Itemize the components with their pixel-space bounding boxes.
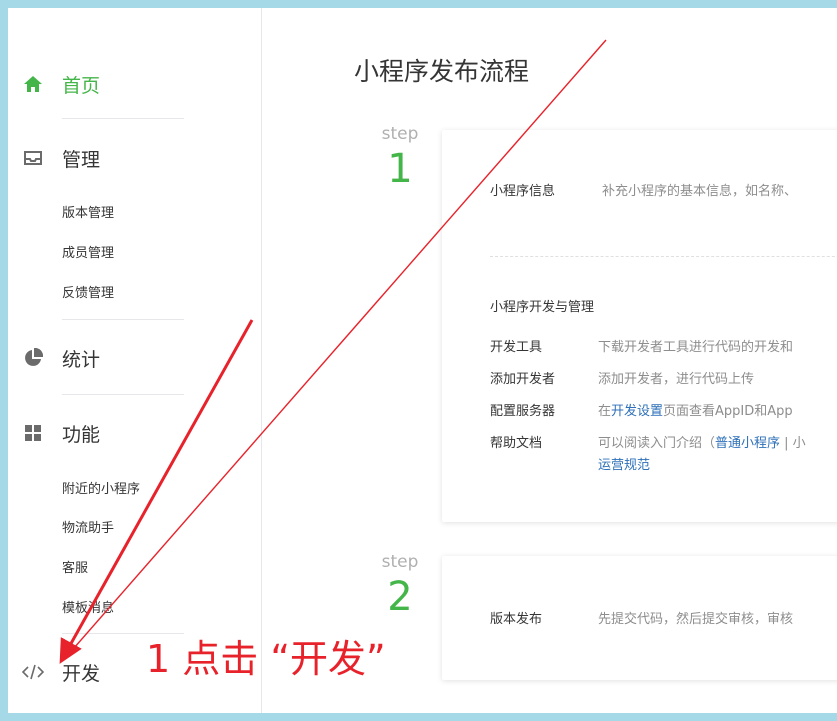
app-window: 首页 管理 版本管理 成员管理 反馈管理 统计 功能 附近的小程序 物流助手 客… <box>8 8 837 713</box>
annotation-text: 1 点击 “开发” <box>146 637 386 681</box>
annotation-arrow <box>59 39 607 664</box>
